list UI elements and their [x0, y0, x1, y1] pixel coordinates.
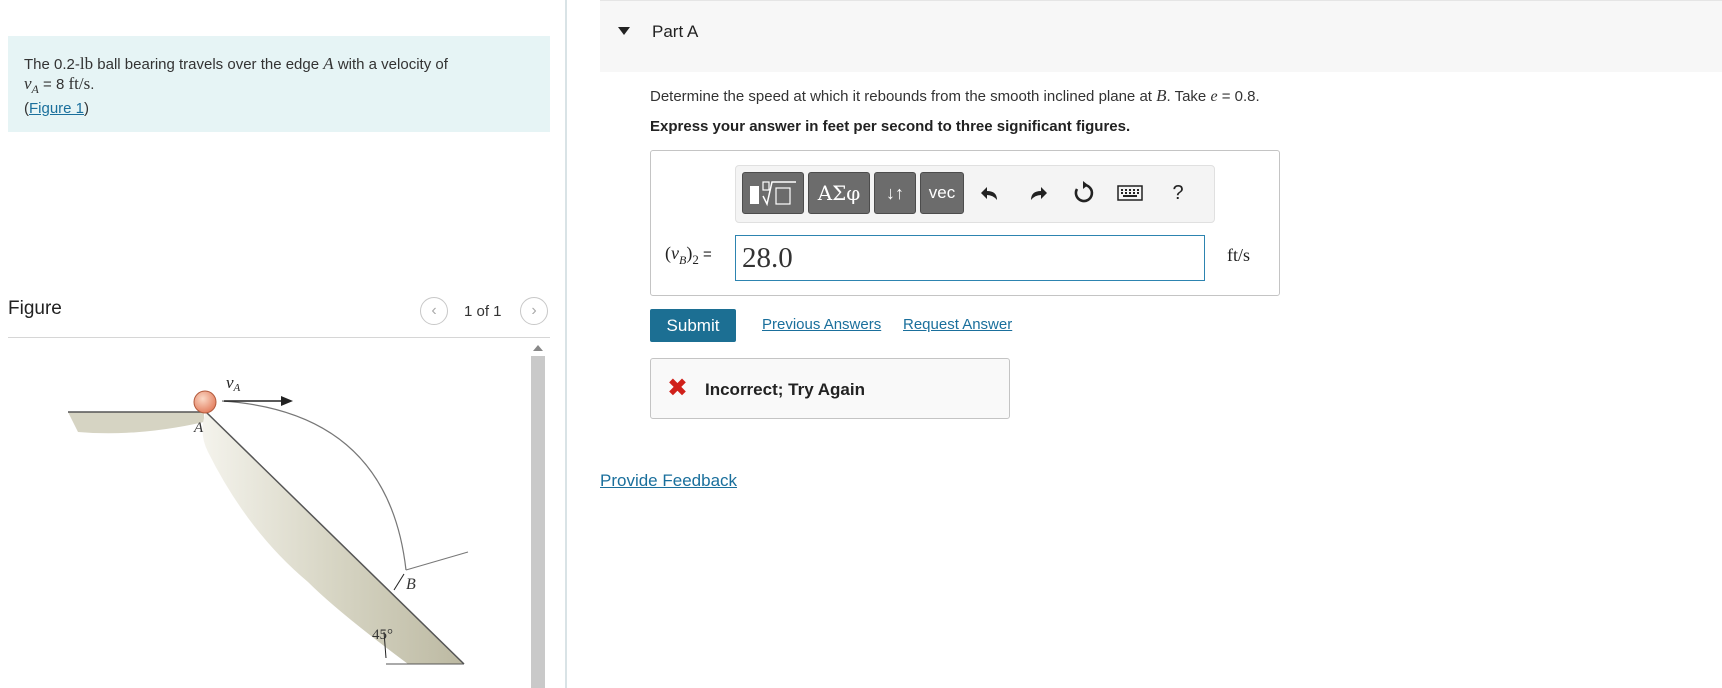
problem-line-3: (Figure 1): [24, 99, 534, 118]
redo-icon: [1031, 187, 1047, 200]
scroll-up-arrow-icon[interactable]: [533, 345, 543, 351]
label-eq: =: [698, 246, 712, 263]
normal-line: [405, 551, 469, 571]
incorrect-x-icon: ✖: [667, 374, 688, 402]
velocity-symbol: v: [24, 74, 32, 93]
question-text: Determine the speed at which it rebounds…: [650, 86, 1260, 106]
help-button[interactable]: ?: [1164, 179, 1192, 207]
problem-line-1: The 0.2-lb ball bearing travels over the…: [24, 54, 534, 74]
ball-bearing: [193, 390, 217, 414]
figure-header: Figure ‹ 1 of 1 ›: [8, 292, 550, 338]
figure-scroll-thumb[interactable]: [531, 356, 545, 688]
figure-image: vA A B 45°: [8, 342, 528, 688]
provide-feedback-link[interactable]: Provide Feedback: [600, 471, 737, 491]
figure-next-button[interactable]: ›: [520, 297, 548, 325]
answer-unit: ft/s: [1227, 245, 1251, 265]
ball-incline-diagram: vA A B 45°: [68, 373, 469, 665]
question-var: e: [1210, 88, 1218, 105]
point-b-label: B: [406, 576, 416, 593]
velocity-label: vA: [226, 373, 241, 394]
figure-counter: 1 of 1: [464, 303, 502, 320]
feedback-text: Incorrect; Try Again: [705, 380, 865, 399]
ledge-shading: [68, 412, 204, 434]
templates-button[interactable]: [742, 172, 804, 214]
part-title: Part A: [652, 22, 699, 41]
vec-button[interactable]: vec: [920, 172, 964, 214]
reset-icon: [1074, 181, 1094, 203]
submit-button[interactable]: Submit: [650, 309, 736, 342]
weight-unit: lb: [79, 54, 94, 73]
left-pane: The 0.2-lb ball bearing travels over the…: [0, 0, 566, 688]
edge-label: A: [323, 54, 334, 73]
figure-scrollbar[interactable]: [530, 342, 546, 688]
feedback-box: ✖ Incorrect; Try Again: [650, 358, 1010, 419]
reset-button[interactable]: [1070, 179, 1098, 207]
figure-link[interactable]: Figure 1: [29, 100, 84, 117]
answer-input[interactable]: 28.0: [735, 235, 1205, 281]
instruction-text: Express your answer in feet per second t…: [650, 118, 1131, 135]
period: .: [90, 76, 95, 93]
keyboard-button[interactable]: [1116, 179, 1144, 207]
angle-label: 45°: [372, 627, 393, 643]
label-var: v: [671, 243, 679, 263]
undo-button[interactable]: [976, 179, 1004, 207]
figure-title: Figure: [8, 298, 62, 319]
question-prefix: Determine the speed at which it rebounds…: [650, 88, 1157, 105]
templates-icon: [750, 181, 796, 207]
incline-line: [205, 411, 465, 665]
caret-down-icon[interactable]: [618, 27, 630, 35]
request-answer-link[interactable]: Request Answer: [903, 316, 1012, 333]
math-toolbar: ΑΣφ ↓↑ vec ?: [735, 165, 1215, 223]
problem-text-suffix: with a velocity of: [333, 56, 448, 73]
chevron-left-icon: ‹: [431, 302, 437, 319]
keyboard-icon: [1117, 185, 1143, 201]
redo-button[interactable]: [1024, 179, 1052, 207]
answer-box: ΑΣφ ↓↑ vec ? (vB)2 = 28.0 ft/s: [650, 150, 1280, 296]
question-suffix: = 0.8.: [1217, 88, 1260, 105]
velocity-arrow-head: [281, 396, 293, 406]
velocity-unit: ft/s: [68, 74, 91, 93]
chevron-right-icon: ›: [531, 302, 537, 319]
velocity-eq: = 8: [38, 76, 69, 93]
part-header[interactable]: Part A: [600, 0, 1722, 72]
question-mid: . Take: [1166, 88, 1211, 105]
close-paren: ): [84, 100, 90, 118]
answer-label: (vB)2 =: [665, 243, 712, 269]
question-point: B: [1156, 86, 1167, 105]
pane-divider[interactable]: [565, 0, 567, 688]
angle-arrow-upper: [393, 573, 405, 591]
arrows-button[interactable]: ↓↑: [874, 172, 916, 214]
problem-line-2: vA = 8 ft/s.: [24, 74, 534, 99]
velocity-subscript: A: [31, 82, 39, 97]
figure-prev-button[interactable]: ‹: [420, 297, 448, 325]
problem-statement: The 0.2-lb ball bearing travels over the…: [8, 36, 550, 132]
greek-symbols-button[interactable]: ΑΣφ: [808, 172, 870, 214]
previous-answers-link[interactable]: Previous Answers: [762, 316, 881, 333]
problem-text-prefix: The 0.2-: [24, 56, 80, 73]
point-a-label: A: [193, 420, 204, 436]
undo-icon: [981, 187, 997, 200]
problem-text-mid: ball bearing travels over the edge: [93, 56, 324, 73]
